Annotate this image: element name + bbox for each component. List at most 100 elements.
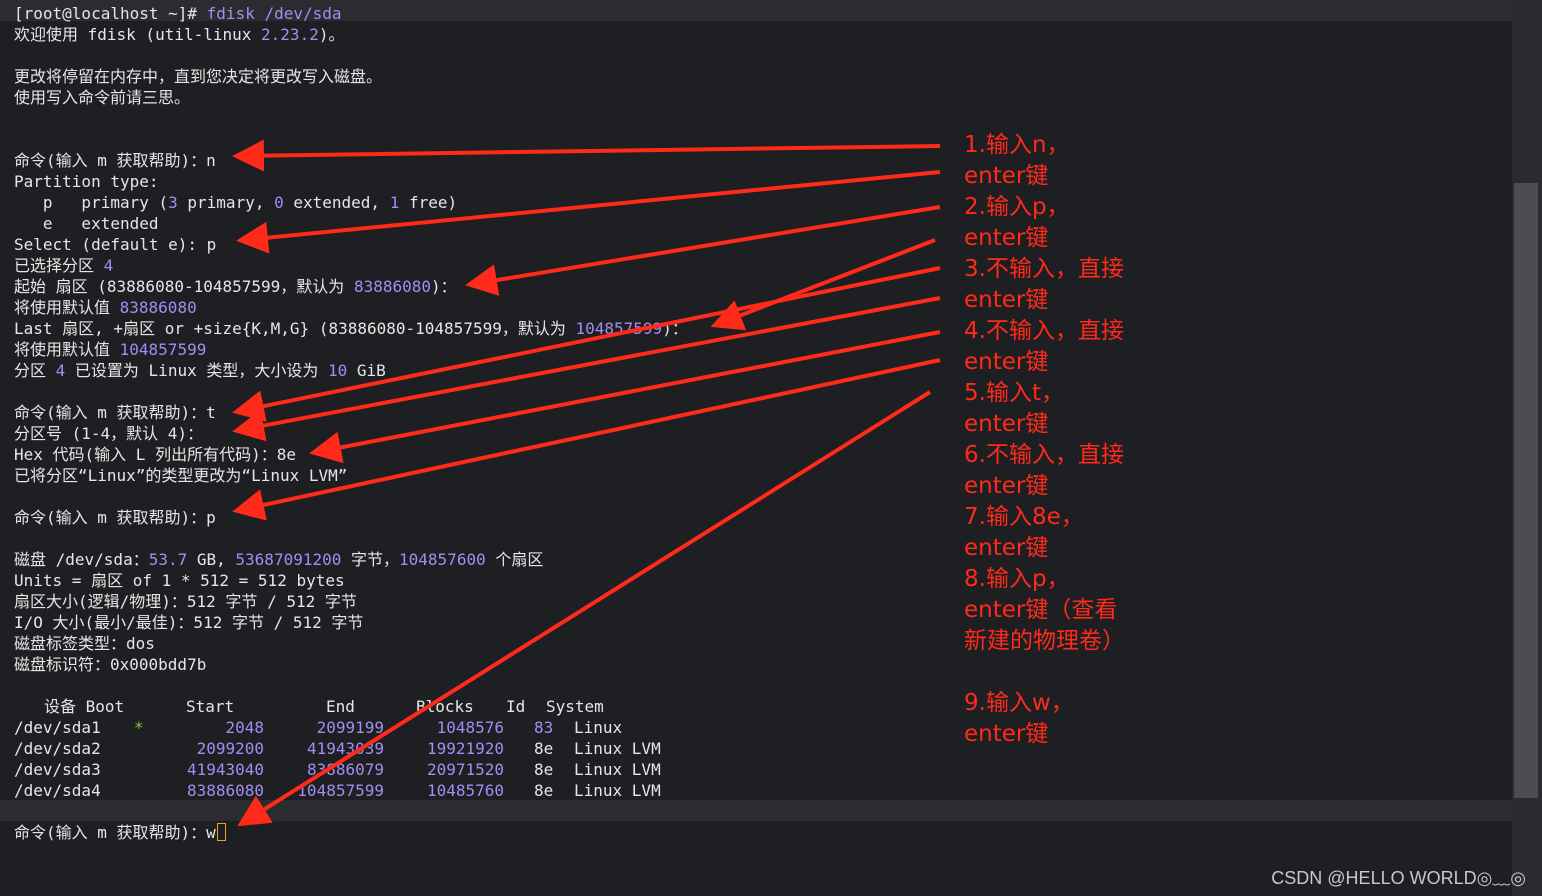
last-sector-line: Last 扇区, +扇区 or +size{K,M,G} (83886080-1…: [14, 318, 688, 339]
set-mid: 已设置为 Linux 类型，大小设为: [65, 361, 328, 380]
welcome-line: 欢迎使用 fdisk (util-linux 2.23.2)。: [14, 24, 344, 45]
default-start-value: 83886080: [119, 298, 197, 317]
current-line-highlight: [0, 800, 1512, 821]
welcome-end: )。: [318, 25, 345, 44]
notice-line-2: 使用写入命令前请三思。: [14, 88, 191, 107]
annotation-step-7: 7.输入8e，enter键: [964, 504, 1084, 561]
table-header-blocks: Blocks: [416, 697, 474, 716]
set-size: 10: [327, 361, 348, 380]
annotation-step-5: 5.输入t，enter键: [964, 380, 1064, 437]
table-header-id: Id: [506, 697, 526, 716]
disk-end: 个扇区: [485, 550, 544, 569]
table-cell-end: 41943039: [306, 739, 384, 758]
table-cell-device: /dev/sda4: [14, 781, 101, 800]
start-sector-line: 起始 扇区 (83886080-104857599，默认为 83886080)：: [14, 276, 457, 297]
default-last-value: 104857599: [119, 340, 207, 359]
annotation-step-2: 2.输入p，enter键: [964, 194, 1070, 251]
table-header-end: End: [326, 697, 355, 716]
table-cell-system: Linux LVM: [574, 739, 661, 758]
selected-label: 已选择分区: [14, 256, 104, 275]
terminal-window[interactable]: [root@localhost ~]# fdisk /dev/sda 欢迎使用 …: [0, 0, 1512, 896]
default-last-line: 将使用默认值 104857599: [14, 339, 206, 360]
io-size-line: I/O 大小(最小/最佳)：512 字节 / 512 字节: [14, 613, 364, 632]
selected-number: 4: [103, 256, 114, 275]
disk-label: 磁盘 /dev/sda：: [14, 550, 149, 569]
annotation-step-9: 9.输入w，enter键: [964, 690, 1074, 747]
primary-mid: primary,: [177, 193, 275, 212]
free-label: free): [399, 193, 458, 212]
disk-bytes: 53687091200: [235, 550, 342, 569]
table-cell-device: /dev/sda3: [14, 760, 101, 779]
table-cell-blocks: 1048576: [436, 718, 504, 737]
primary-option-line: p primary (3 primary, 0 extended, 1 free…: [14, 192, 457, 213]
table-cell-start: 41943040: [186, 760, 264, 779]
table-cell-id: 8e: [534, 760, 554, 779]
default-label: 将使用默认值: [14, 340, 120, 359]
table-header-system: System: [546, 697, 604, 716]
disk-mid2: 字节，: [341, 550, 400, 569]
typed-command: fdisk /dev/sda: [197, 4, 342, 23]
notice-line-1: 更改将停留在内存中，直到您决定将更改写入磁盘。: [14, 67, 383, 86]
table-cell-id: 83: [534, 718, 554, 737]
table-cell-start: 2048: [225, 718, 264, 737]
set-unit: GiB: [347, 361, 386, 380]
partition-set-line: 分区 4 已设置为 Linux 类型，大小设为 10 GiB: [14, 360, 386, 381]
extended-count: 0: [274, 193, 284, 212]
default-start-line: 将使用默认值 83886080: [14, 297, 197, 318]
table-cell-end: 104857599: [297, 781, 384, 800]
sector-size-line: 扇区大小(逻辑/物理)：512 字节 / 512 字节: [14, 592, 357, 611]
command-t-line: 命令(输入 m 获取帮助)：t: [14, 403, 216, 422]
table-cell-id: 8e: [534, 781, 554, 800]
welcome-text: 欢迎使用 fdisk (util-linux: [14, 25, 262, 44]
primary-label: p primary (: [14, 193, 169, 212]
default-label: 将使用默认值: [14, 298, 120, 317]
start-end: )：: [431, 277, 457, 296]
hex-code-line: Hex 代码(输入 L 列出所有代码)：8e: [14, 445, 296, 464]
units-line: Units = 扇区 of 1 * 512 = 512 bytes: [14, 571, 345, 590]
scrollbar-thumb[interactable]: [1514, 183, 1538, 798]
disk-gb: 53.7: [148, 550, 188, 569]
extended-mid: extended,: [283, 193, 390, 212]
table-cell-blocks: 10485760: [426, 781, 504, 800]
table-cell-blocks: 20971520: [426, 760, 504, 779]
annotation-step-4: 4.不输入，直接enter键: [964, 318, 1124, 375]
command-w-line[interactable]: 命令(输入 m 获取帮助)：w: [14, 822, 226, 843]
annotation-step-1: 1.输入n，enter键: [964, 132, 1070, 189]
type-changed-line: 已将分区“Linux”的类型更改为“Linux LVM”: [14, 466, 348, 485]
set-number: 4: [55, 361, 66, 380]
table-cell-id: 8e: [534, 739, 554, 758]
annotation-step-6: 6.不输入，直接enter键: [964, 442, 1124, 499]
disk-sectors: 104857600: [399, 550, 486, 569]
table-cell-boot: *: [134, 718, 144, 737]
version-number: 2.23.2: [261, 25, 319, 44]
watermark: CSDN @HELLO WORLD◎﹏◎: [1271, 868, 1526, 888]
shell-prompt: [root@localhost ~]#: [14, 4, 198, 23]
select-line: Select (default e): p: [14, 235, 217, 254]
disk-identifier-line: 磁盘标识符：0x000bdd7b: [14, 655, 207, 674]
label-type-line: 磁盘标签类型：dos: [14, 634, 155, 653]
block-cursor-icon: [216, 823, 226, 841]
disk-info-line: 磁盘 /dev/sda：53.7 GB, 53687091200 字节，1048…: [14, 549, 543, 570]
table-cell-system: Linux LVM: [574, 760, 661, 779]
start-label: 起始 扇区 (83886080-104857599，默认为: [14, 277, 354, 296]
free-count: 1: [389, 193, 400, 212]
table-header-device: 设备 Boot: [44, 697, 125, 716]
last-default: 104857599: [575, 319, 663, 338]
table-cell-system: Linux LVM: [574, 781, 661, 800]
selected-partition-line: 已选择分区 4: [14, 255, 113, 276]
set-label: 分区: [14, 361, 56, 380]
table-cell-device: /dev/sda1: [14, 718, 101, 737]
table-cell-device: /dev/sda2: [14, 739, 101, 758]
command-w-text: 命令(输入 m 获取帮助)：w: [14, 823, 216, 842]
table-cell-start: 2099200: [196, 739, 264, 758]
command-p-line: 命令(输入 m 获取帮助)：p: [14, 508, 216, 527]
last-end: )：: [662, 319, 688, 338]
disk-mid: GB,: [187, 550, 236, 569]
table-header-start: Start: [186, 697, 235, 716]
table-cell-end: 83886079: [306, 760, 384, 779]
annotation-step-3: 3.不输入，直接enter键: [964, 256, 1124, 313]
table-cell-blocks: 19921920: [426, 739, 504, 758]
partition-number-line: 分区号 (1-4，默认 4)：: [14, 424, 204, 443]
extended-option-line: e extended: [14, 214, 159, 233]
start-default: 83886080: [353, 277, 431, 296]
